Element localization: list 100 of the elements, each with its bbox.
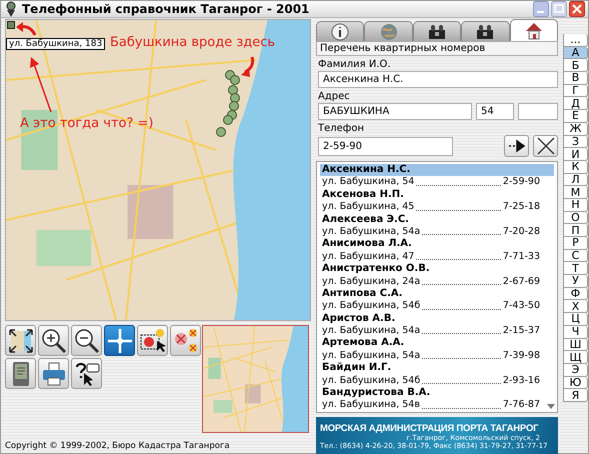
entry-phone: 2-59-90 <box>502 176 540 189</box>
fit-to-window-button[interactable] <box>5 325 36 356</box>
window-title: Телефонный справочник Таганрог - 2001 <box>22 2 310 16</box>
clear-button[interactable] <box>533 135 558 157</box>
zoom-in-button[interactable] <box>38 325 69 356</box>
entry-name[interactable]: Аристов А.В. <box>320 312 554 326</box>
annotation-text: Бабушкина вроде здесь <box>110 35 276 50</box>
crosshair-button[interactable] <box>104 325 135 356</box>
entry-phone: 7-39-98 <box>502 350 540 362</box>
tab[interactable] <box>461 21 510 41</box>
markers-button[interactable] <box>170 325 201 356</box>
letter-button[interactable]: Ф <box>563 288 588 300</box>
entry-phone: 7-20-28 <box>502 226 540 238</box>
map-tooltip: ул. Бабушкина, 183 <box>6 38 106 50</box>
entry-name[interactable]: Артемова А.А. <box>320 337 554 350</box>
zoom-in-icon <box>40 326 68 354</box>
letter-button[interactable]: М <box>563 186 588 199</box>
letter-button[interactable]: О <box>563 212 588 224</box>
entry-phone: 2-93-16 <box>502 374 540 388</box>
street-field[interactable]: БАБУШКИНА <box>318 103 472 120</box>
letter-button[interactable]: С <box>563 250 588 262</box>
tab[interactable] <box>412 21 462 41</box>
arrow-icon <box>15 21 37 37</box>
entry-name[interactable]: Анистратенко О.В. <box>320 263 554 276</box>
letter-button[interactable]: Ц <box>563 313 588 326</box>
house-field[interactable]: 54 <box>476 103 514 120</box>
scroll-down-icon[interactable] <box>547 404 555 409</box>
section-heading: Перечень квартирных номеров <box>316 41 558 56</box>
entry-name[interactable]: Алексеева Э.С. <box>320 214 554 226</box>
annotation-text: А это тогда что? =) <box>20 116 154 131</box>
entry-address: ул. Бабушкина, 54а <box>322 350 420 362</box>
phone-field[interactable]: 2-59-90 <box>318 136 453 156</box>
crosshair-icon <box>106 326 134 354</box>
zoom-out-button[interactable] <box>71 325 102 356</box>
entry-name[interactable]: Байдин И.Г. <box>320 362 554 375</box>
fit-to-window-icon <box>6 326 34 354</box>
entry-name[interactable]: Анисимова Л.А. <box>320 238 554 251</box>
info-icon <box>330 22 350 42</box>
letter-button[interactable]: Я <box>563 389 588 402</box>
help-pointer-button[interactable] <box>71 358 102 389</box>
globe-icon <box>378 22 399 42</box>
entry-address: ул. Бабушкина, 54б <box>322 300 420 313</box>
letter-button[interactable]: Е <box>563 110 588 123</box>
arrow-icon <box>28 56 54 114</box>
name-field[interactable]: Аксенкина Н.С. <box>318 71 558 88</box>
letter-button[interactable]: Ю <box>563 376 588 390</box>
letter-button[interactable]: Г <box>563 84 588 98</box>
handheld-button[interactable] <box>5 358 36 389</box>
go-button[interactable] <box>504 135 529 157</box>
copyright-text: Copyright © 1999-2002, Бюро Кадастра Таганрога <box>5 441 231 451</box>
minimize-icon[interactable] <box>533 1 549 17</box>
entry-name[interactable]: Антипова С.А. <box>320 288 554 300</box>
printer-button[interactable] <box>38 358 69 389</box>
letter-button[interactable]: Ч <box>563 326 588 338</box>
letter-button[interactable]: Л <box>563 174 588 186</box>
letter-button[interactable]: Н <box>563 198 588 212</box>
tab[interactable] <box>316 21 364 41</box>
selection-button[interactable] <box>137 325 168 356</box>
entry-phone: 2-67-69 <box>502 276 540 288</box>
letter-button[interactable]: З <box>563 136 588 148</box>
entry-phone: 7-71-33 <box>502 250 540 264</box>
tab[interactable] <box>510 19 558 41</box>
letter-button[interactable]: Э <box>563 364 588 377</box>
field-label: Фамилия И.О. <box>317 58 392 71</box>
entry-phone: 7-25-18 <box>502 201 540 214</box>
letter-button[interactable]: И <box>563 148 588 161</box>
entry-name[interactable]: Бандуристова В.А. <box>320 387 554 400</box>
selection-icon <box>138 326 166 354</box>
arrow-icon <box>240 56 256 78</box>
house-icon <box>524 20 544 40</box>
entry-name[interactable]: Аксенкина Н.С. <box>320 164 554 176</box>
letter-button[interactable]: Ж <box>563 122 588 136</box>
letter-button[interactable]: ... <box>563 34 588 47</box>
marker-icon <box>7 21 15 29</box>
field-label: Адрес <box>317 90 351 103</box>
letter-button[interactable]: П <box>563 224 588 237</box>
letter-button[interactable]: Щ <box>563 351 588 364</box>
letter-button[interactable]: Р <box>563 237 588 250</box>
entry-address: ул. Бабушкина, 54б <box>322 374 420 388</box>
entry-name[interactable]: Аксенова Н.П. <box>320 188 554 202</box>
location-markers[interactable] <box>216 70 240 137</box>
entry-phone: 2-15-37 <box>502 325 540 338</box>
entry-address: ул. Бабушкина, 47 <box>322 250 414 264</box>
letter-button[interactable]: У <box>563 275 588 288</box>
letter-button[interactable]: А <box>563 46 588 60</box>
entry-address: ул. Бабушкина, 45 <box>322 201 414 214</box>
app-icon <box>4 1 18 17</box>
apartment-field[interactable] <box>518 103 558 120</box>
close-icon[interactable] <box>569 1 585 17</box>
banner-title: МОРСКАЯ АДМИНИСТРАЦИЯ ПОРТА ТАГАНРОГ <box>320 422 540 434</box>
letter-button[interactable]: Т <box>563 262 588 276</box>
close-icon <box>536 137 554 155</box>
letter-button[interactable]: Х <box>563 300 588 314</box>
letter-button[interactable]: Б <box>563 59 588 72</box>
letter-button[interactable]: Д <box>563 97 588 110</box>
entry-phone: 7-43-50 <box>502 300 540 313</box>
letter-button[interactable]: Ш <box>563 338 588 352</box>
letter-button[interactable]: К <box>563 160 588 174</box>
letter-button[interactable]: В <box>563 72 588 85</box>
arrow-icon <box>508 139 526 153</box>
